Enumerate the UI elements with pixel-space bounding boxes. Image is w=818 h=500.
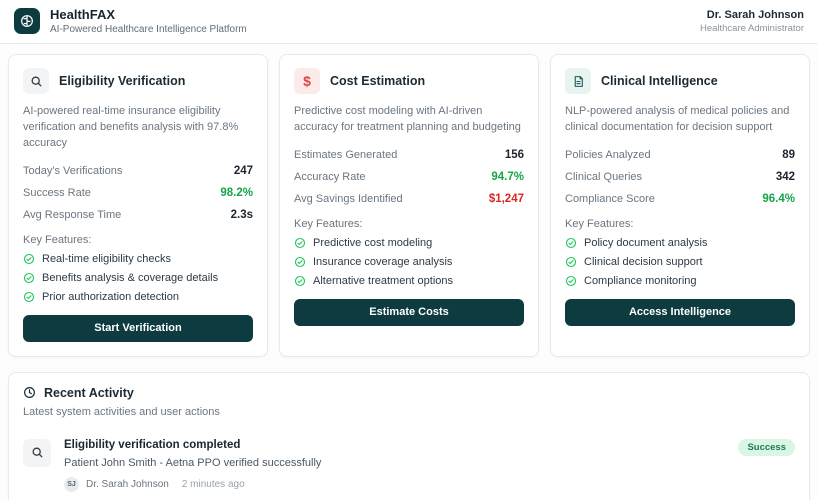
card-title: Eligibility Verification (59, 74, 185, 88)
user-role: Healthcare Administrator (700, 23, 804, 34)
stat-value: 247 (234, 165, 253, 177)
stat-row: Clinical Queries 342 (565, 171, 795, 183)
check-circle-icon (23, 253, 35, 265)
stat-row: Avg Response Time 2.3s (23, 209, 253, 221)
check-circle-icon (23, 291, 35, 303)
top-header: HealthFAX AI-Powered Healthcare Intellig… (0, 0, 818, 44)
feature-item: Compliance monitoring (565, 275, 795, 287)
brand-text: HealthFAX AI-Powered Healthcare Intellig… (50, 7, 247, 35)
stat-value: 94.7% (491, 171, 524, 183)
activity-user: Dr. Sarah Johnson (86, 479, 169, 490)
check-circle-icon (294, 256, 306, 268)
activity-description: Patient John Smith - Aetna PPO verified … (64, 457, 321, 469)
start-verification-button[interactable]: Start Verification (23, 315, 253, 342)
stat-value: $1,247 (489, 193, 524, 205)
feature-item: Prior authorization detection (23, 291, 253, 303)
card-description: NLP-powered analysis of medical policies… (565, 104, 795, 136)
key-features-label: Key Features: (23, 234, 253, 246)
dollar-icon: $ (294, 68, 320, 94)
activity-time: 2 minutes ago (182, 479, 245, 490)
card-description: AI-powered real-time insurance eligibili… (23, 104, 253, 152)
search-icon (23, 439, 51, 467)
stat-value: 89 (782, 149, 795, 161)
brand: HealthFAX AI-Powered Healthcare Intellig… (14, 7, 247, 35)
stat-value: 342 (776, 171, 795, 183)
activity-title: Eligibility verification completed (64, 439, 321, 451)
card-title: Clinical Intelligence (601, 74, 718, 88)
stat-row: Estimates Generated 156 (294, 149, 524, 161)
feature-item: Alternative treatment options (294, 275, 524, 287)
check-circle-icon (294, 237, 306, 249)
user-info: Dr. Sarah Johnson Healthcare Administrat… (700, 9, 804, 34)
panel-title: Recent Activity (44, 386, 134, 400)
stat-row: Compliance Score 96.4% (565, 193, 795, 205)
feature-item: Insurance coverage analysis (294, 256, 524, 268)
check-circle-icon (294, 275, 306, 287)
document-icon (565, 68, 591, 94)
panel-subtitle: Latest system activities and user action… (23, 406, 795, 418)
app-subtitle: AI-Powered Healthcare Intelligence Platf… (50, 24, 247, 35)
recent-activity-panel: Recent Activity Latest system activities… (8, 372, 810, 500)
stat-row: Avg Savings Identified $1,247 (294, 193, 524, 205)
brain-logo-icon (14, 8, 40, 34)
stat-value: 156 (505, 149, 524, 161)
stat-value: 96.4% (762, 193, 795, 205)
user-name: Dr. Sarah Johnson (700, 9, 804, 21)
card-clinical-intelligence: Clinical Intelligence NLP-powered analys… (550, 54, 810, 357)
search-icon (23, 68, 49, 94)
stat-value: 98.2% (220, 187, 253, 199)
feature-item: Policy document analysis (565, 237, 795, 249)
key-features-label: Key Features: (294, 218, 524, 230)
card-eligibility-verification: Eligibility Verification AI-powered real… (8, 54, 268, 357)
status-badge: Success (738, 439, 795, 456)
clock-icon (23, 386, 36, 399)
feature-item: Benefits analysis & coverage details (23, 272, 253, 284)
feature-item: Predictive cost modeling (294, 237, 524, 249)
check-circle-icon (565, 256, 577, 268)
stat-value: 2.3s (231, 209, 253, 221)
feature-cards: Eligibility Verification AI-powered real… (8, 54, 810, 357)
check-circle-icon (565, 237, 577, 249)
stat-row: Policies Analyzed 89 (565, 149, 795, 161)
access-intelligence-button[interactable]: Access Intelligence (565, 299, 795, 326)
feature-item: Real-time eligibility checks (23, 253, 253, 265)
key-features-label: Key Features: (565, 218, 795, 230)
avatar: SJ (64, 477, 79, 492)
activity-row: Eligibility verification completed Patie… (23, 439, 795, 492)
app-title: HealthFAX (50, 7, 247, 22)
card-cost-estimation: $ Cost Estimation Predictive cost modeli… (279, 54, 539, 357)
estimate-costs-button[interactable]: Estimate Costs (294, 299, 524, 326)
check-circle-icon (23, 272, 35, 284)
card-title: Cost Estimation (330, 74, 425, 88)
card-description: Predictive cost modeling with AI-driven … (294, 104, 524, 136)
stat-row: Success Rate 98.2% (23, 187, 253, 199)
stat-row: Accuracy Rate 94.7% (294, 171, 524, 183)
check-circle-icon (565, 275, 577, 287)
feature-item: Clinical decision support (565, 256, 795, 268)
stat-row: Today's Verifications 247 (23, 165, 253, 177)
